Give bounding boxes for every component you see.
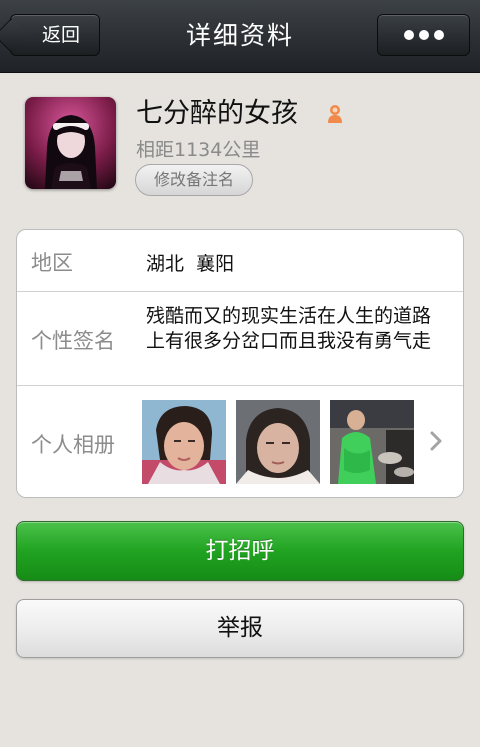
region-row: 地区 湖北 襄阳 — [17, 230, 463, 291]
distance-text: 相距1134公里 — [136, 139, 261, 161]
album-photo[interactable] — [330, 400, 414, 484]
back-arrow-shape — [0, 17, 30, 54]
more-dots-icon — [418, 30, 429, 40]
back-button[interactable]: 返回 — [0, 14, 100, 56]
nickname: 七分醉的女孩 — [136, 98, 298, 129]
album-photo[interactable] — [236, 400, 320, 484]
album-photo-image — [330, 400, 414, 484]
region-label: 地区 — [31, 251, 73, 275]
details-card: 地区 湖北 襄阳 个性签名 残酷而又的现实生活在人生的道路上有很多分岔口而且我没… — [16, 229, 464, 498]
album-photo[interactable] — [142, 400, 226, 484]
signature-label: 个性签名 — [31, 329, 115, 353]
signature-value: 残酷而又的现实生活在人生的道路上有很多分岔口而且我没有勇气走 — [146, 305, 432, 352]
signature-row: 个性签名 残酷而又的现实生活在人生的道路上有很多分岔口而且我没有勇气走 — [17, 291, 463, 386]
back-button-label: 返回 — [41, 24, 80, 46]
edit-remark-button[interactable]: 修改备注名 — [135, 164, 253, 196]
region-value: 湖北 襄阳 — [146, 253, 235, 275]
more-dots-icon — [403, 30, 414, 40]
album-photo-image — [142, 400, 226, 484]
female-icon — [328, 105, 342, 123]
report-button[interactable]: 举报 — [16, 599, 464, 658]
chevron-right-icon — [430, 431, 442, 451]
album-label: 个人相册 — [31, 433, 115, 457]
more-button[interactable] — [377, 14, 470, 56]
more-dots-icon — [433, 30, 444, 40]
album-photo-image — [236, 400, 320, 484]
avatar-image — [25, 97, 116, 189]
greet-button[interactable]: 打招呼 — [16, 521, 464, 581]
avatar[interactable] — [25, 97, 116, 189]
title-bar: 返回 详细资料 — [0, 0, 480, 73]
album-row[interactable]: 个人相册 — [17, 385, 463, 497]
